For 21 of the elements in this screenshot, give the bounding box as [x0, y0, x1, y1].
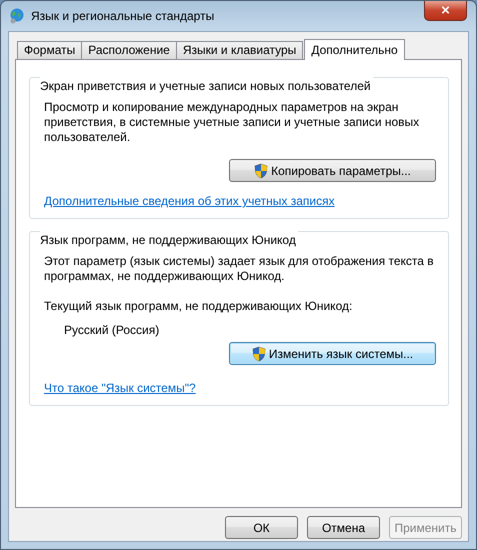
help-link[interactable]: Дополнительные сведения об этих учетных записях — [44, 192, 335, 210]
shield-icon — [254, 162, 268, 178]
tab[interactable]: Дополнительно — [304, 39, 405, 60]
tab[interactable]: Форматы — [17, 41, 82, 59]
current-language-label: Текущий язык программ, не поддерживающих Юникод: — [44, 299, 354, 314]
group-title: Экран приветствия и учетные записи новых пользователей — [40, 77, 373, 95]
window-title: Язык и региональные стандарты — [31, 8, 214, 25]
system-button[interactable]: Копировать параметры... — [229, 159, 436, 182]
description-text: Просмотр и копирование международных параметров на экран приветствия, в системные учетные записи и учетные записи новых пользователей. — [44, 100, 420, 145]
current-language-value: Русский (Россия) — [64, 323, 160, 338]
help-link[interactable]: Что такое "Язык системы"? — [44, 379, 196, 397]
system-button[interactable]: Изменить язык системы... — [229, 342, 436, 365]
close-button[interactable]: × — [424, 1, 467, 21]
tab[interactable]: Языки и клавиатуры — [176, 41, 304, 59]
shield-icon — [252, 346, 266, 362]
dialog-button[interactable]: ОК — [225, 516, 298, 539]
globe-icon — [9, 8, 25, 24]
description-text: Этот параметр (язык системы) задает язык для отображения текста в программах, не поддерживающих Юникод. — [44, 254, 435, 284]
dialog-button[interactable]: Отмена — [307, 516, 380, 539]
tab[interactable]: Расположение — [81, 41, 177, 59]
group-title: Язык программ, не поддерживающих Юникод — [40, 231, 298, 249]
